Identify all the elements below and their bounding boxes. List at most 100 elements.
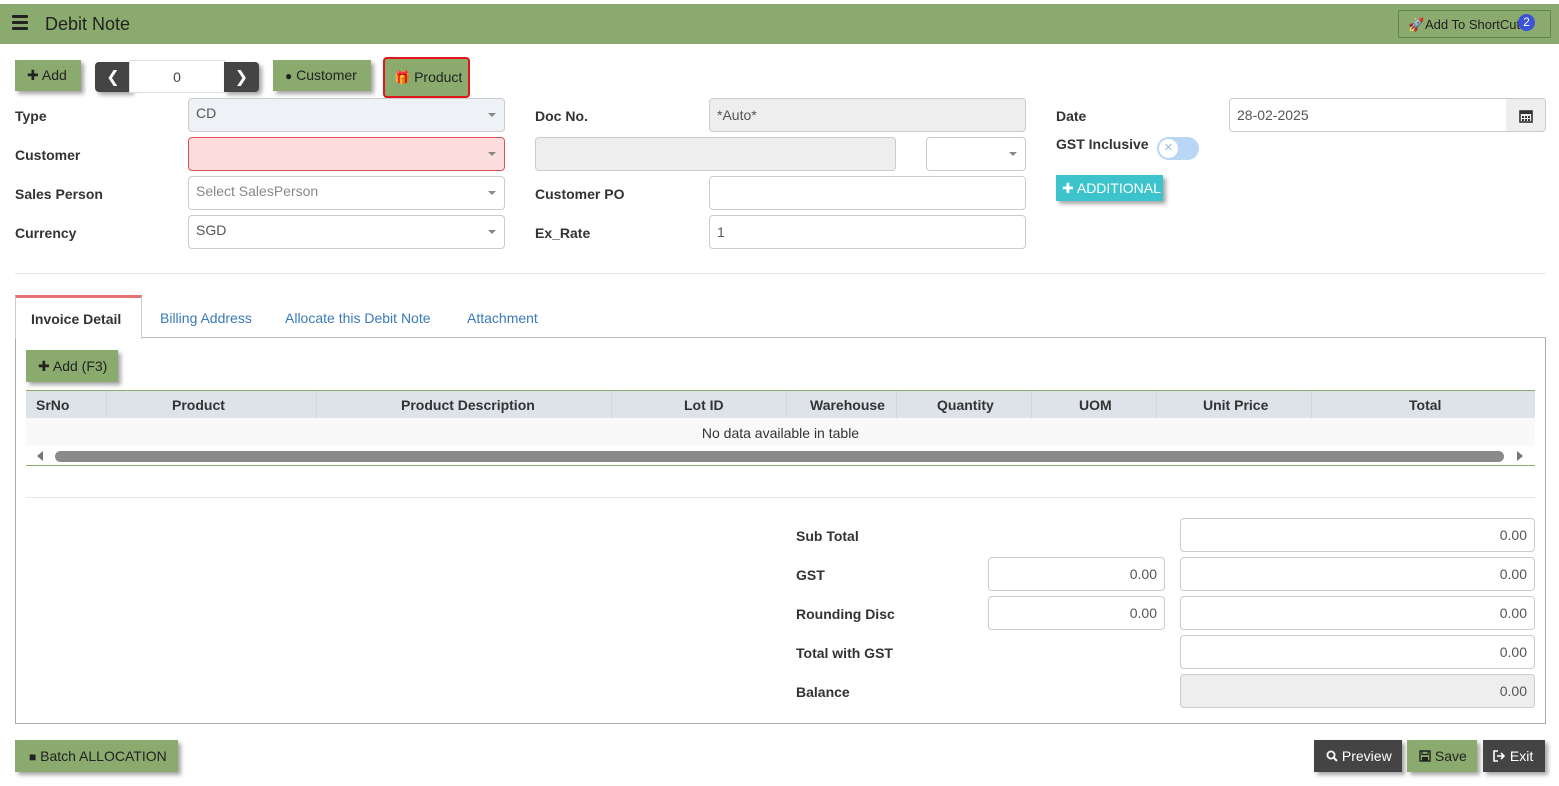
exit-button[interactable]: Exit [1483,740,1545,772]
rounding-rate-input[interactable]: 0.00 [988,596,1165,630]
gst-amount-field: 0.00 [1180,557,1535,591]
add-button[interactable]: ✚ Add [15,60,81,91]
empty-table-message: No data available in table [701,425,860,441]
scrollbar-thumb[interactable] [55,451,1504,462]
shortcut-count-badge: 2 [1518,14,1535,31]
save-label: Save [1434,748,1467,764]
add-to-shortcut-button[interactable]: 🚀 Add To ShortCut 2 [1398,10,1551,38]
customer-button-label: Customer [296,67,357,83]
sales-person-placeholder: Select SalesPerson [196,183,319,199]
table-body: No data available in table [26,418,1535,446]
add-line-button-label: Add (F3) [52,358,108,374]
ex-rate-input[interactable]: 1 [709,215,1026,249]
gst-rate-input[interactable]: 0.00 [988,557,1165,591]
type-select[interactable]: CD [188,98,505,132]
sub-total-label: Sub Total [796,528,859,544]
balance-label: Balance [796,684,850,700]
menu-icon[interactable] [12,15,28,33]
calendar-icon [1519,110,1533,123]
chevron-down-icon [488,152,496,156]
column-header-quantity[interactable]: Quantity [937,397,994,413]
table-header: SrNo Product Product Description Lot ID … [26,390,1535,419]
gst-amount-value: 0.00 [1499,566,1527,582]
previous-record-button[interactable]: ❮ [95,62,131,92]
type-label: Type [15,108,47,124]
balance-field: 0.00 [1180,674,1535,708]
scroll-left-icon[interactable] [37,451,43,461]
column-header-uom[interactable]: UOM [1079,397,1112,413]
preview-label: Preview [1341,748,1392,764]
date-input[interactable]: 28-02-2025 [1229,98,1507,132]
page-title: Debit Note [45,14,131,34]
exit-label: Exit [1509,748,1534,764]
save-button[interactable]: Save [1407,740,1477,772]
currency-select[interactable]: SGD [188,215,505,249]
tab-billing-address[interactable]: Billing Address [160,295,252,338]
additional-button[interactable]: ✚ ADDITIONAL [1056,175,1163,201]
column-header-lot-id[interactable]: Lot ID [684,397,724,413]
plus-icon: ✚ [1062,180,1074,196]
column-divider [1311,391,1312,419]
product-button[interactable]: 🎁 Product [383,57,470,98]
rounding-amount-value: 0.00 [1499,605,1527,621]
chevron-down-icon [1009,152,1017,156]
sign-out-icon [1493,750,1506,762]
date-label: Date [1056,108,1087,124]
batch-allocation-button[interactable]: ■ Batch ALLOCATION [15,740,178,772]
additional-button-label: ADDITIONAL [1076,180,1161,196]
doc-no-label: Doc No. [535,108,588,124]
record-index-value: 0 [173,69,181,85]
rounding-amount-field: 0.00 [1180,596,1535,630]
chevron-down-icon [488,230,496,234]
batch-allocation-label: Batch ALLOCATION [40,748,167,764]
type-value: CD [196,105,217,121]
column-divider [316,391,317,419]
customer-name-field [535,137,896,171]
sub-total-field: 0.00 [1180,518,1535,552]
gst-inclusive-toggle[interactable]: ✕ [1157,137,1199,160]
currency-label: Currency [15,225,77,241]
rounding-rate-value: 0.00 [1129,605,1157,621]
column-header-total[interactable]: Total [1409,397,1441,413]
rounding-disc-label: Rounding Disc [796,606,895,622]
chevron-down-icon [488,113,496,117]
customer-po-input[interactable] [709,176,1026,210]
customer-extra-select[interactable] [926,137,1026,171]
table-scrollbar[interactable] [26,446,1535,466]
tab-attachment[interactable]: Attachment [467,295,538,338]
doc-no-value: *Auto* [717,107,757,123]
column-header-warehouse[interactable]: Warehouse [810,397,885,413]
add-line-button[interactable]: ✚ Add (F3) [26,350,118,382]
column-header-product-description[interactable]: Product Description [401,397,535,413]
chevron-down-icon [488,191,496,195]
record-index-input[interactable]: 0 [129,60,225,93]
search-icon [1326,750,1338,762]
calendar-button[interactable] [1506,98,1546,132]
currency-value: SGD [196,222,227,238]
tab-allocate-debit-note[interactable]: Allocate this Debit Note [285,295,431,338]
tab-invoice-detail[interactable]: Invoice Detail [15,295,142,339]
doc-no-field: *Auto* [709,98,1026,132]
sales-person-select[interactable]: Select SalesPerson [188,176,505,210]
gst-label: GST [796,567,825,583]
total-with-gst-label: Total with GST [796,645,893,661]
column-header-unit-price[interactable]: Unit Price [1203,397,1268,413]
customer-select[interactable] [188,137,505,171]
column-header-srno[interactable]: SrNo [36,397,69,413]
column-header-product[interactable]: Product [172,397,225,413]
customer-button[interactable]: ● Customer [273,60,371,91]
archive-icon: ■ [29,750,37,764]
gst-inclusive-label: GST Inclusive [1056,136,1149,152]
total-with-gst-field: 0.00 [1180,635,1535,669]
preview-button[interactable]: Preview [1314,740,1402,772]
next-record-button[interactable]: ❯ [224,62,259,92]
rocket-icon: 🚀 [1408,17,1425,32]
sales-person-label: Sales Person [15,186,103,202]
save-icon [1419,750,1431,762]
balance-value: 0.00 [1499,683,1527,699]
scroll-right-icon[interactable] [1517,451,1523,461]
product-button-label: Product [414,69,463,85]
divider [26,497,1535,498]
sub-total-value: 0.00 [1499,527,1527,543]
column-divider [1156,391,1157,419]
